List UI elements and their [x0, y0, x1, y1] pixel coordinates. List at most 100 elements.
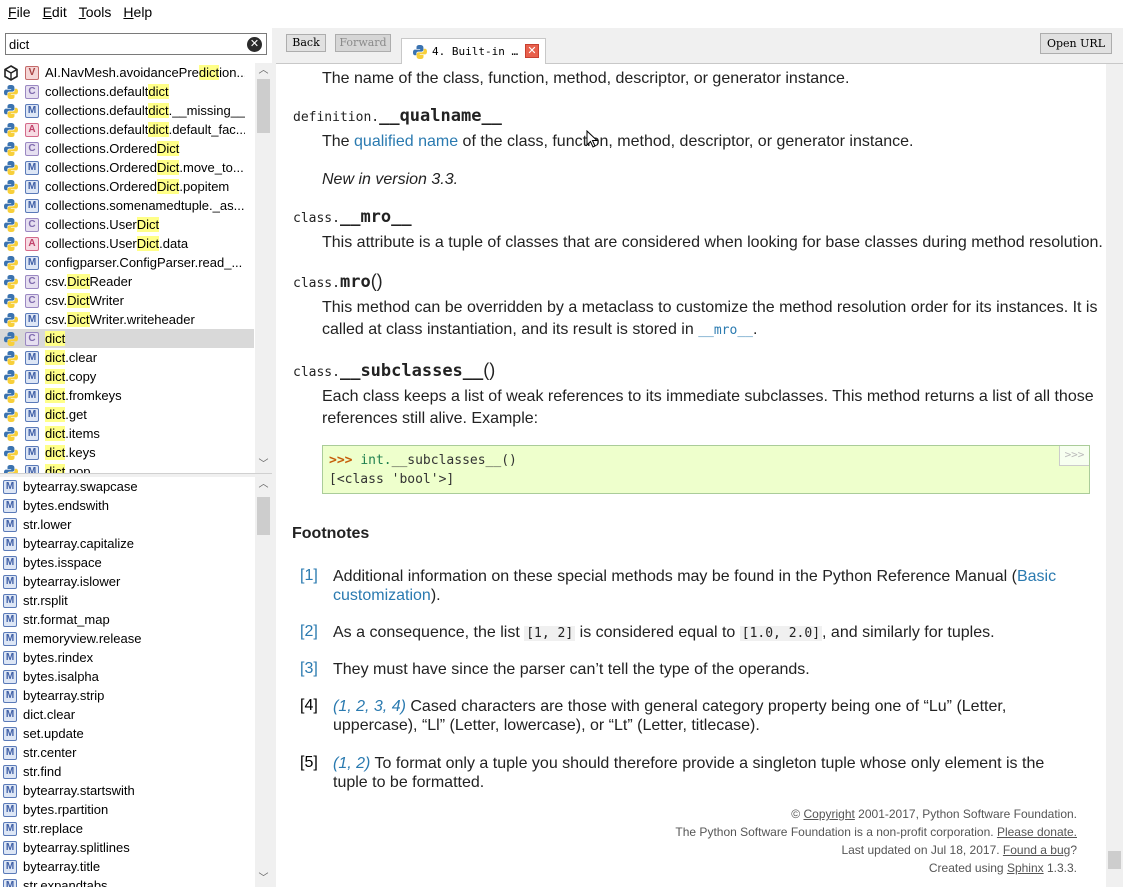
result-row[interactable]: Mconfigparser.ConfigParser.read_... — [0, 253, 254, 272]
result-row[interactable]: Mcollections.OrderedDict.popitem — [0, 177, 254, 196]
footnote-backrefs[interactable]: (1, 2, 3, 4) — [333, 698, 406, 715]
result-row[interactable]: Mdict.copy — [0, 367, 254, 386]
close-tab-icon[interactable]: ✕ — [525, 44, 539, 58]
sig-prefix: definition. — [293, 110, 380, 125]
kind-C-icon: C — [25, 331, 39, 346]
index-label: str.format_map — [23, 612, 110, 627]
donate-link[interactable]: Please donate. — [997, 825, 1077, 839]
result-row[interactable]: Acollections.defaultdict.default_fac... — [0, 120, 254, 139]
copyright-link[interactable]: Copyright — [803, 807, 854, 821]
python-icon — [4, 217, 18, 232]
index-row[interactable]: Mstr.find — [0, 762, 254, 781]
result-row[interactable]: Ccollections.UserDict — [0, 215, 254, 234]
back-button[interactable]: Back — [286, 34, 326, 52]
search-box: ✕ — [5, 33, 267, 55]
method-icon: M — [3, 745, 17, 760]
index-row[interactable]: Mstr.format_map — [0, 610, 254, 629]
result-row[interactable]: Mdict.keys — [0, 443, 254, 462]
index-row[interactable]: Mstr.expandtabs — [0, 876, 254, 887]
menu-help[interactable]: Help — [117, 4, 158, 20]
result-row[interactable]: Acollections.UserDict.data — [0, 234, 254, 253]
paragraph: This attribute is a tuple of classes tha… — [322, 234, 1103, 251]
index-label: bytes.rindex — [23, 650, 94, 665]
toolbar: Back Forward 4. Built-in … ✕ Open URL — [276, 28, 1123, 64]
result-row[interactable]: Mdict.get — [0, 405, 254, 424]
sphinx-link[interactable]: Sphinx — [1007, 861, 1044, 875]
menu-file[interactable]: File — [2, 4, 37, 20]
index-row[interactable]: Mset.update — [0, 724, 254, 743]
index-row[interactable]: Mmemoryview.release — [0, 629, 254, 648]
footnote-3-ref[interactable]: [3] — [300, 660, 318, 678]
result-row[interactable]: Mdict.pop — [0, 462, 254, 473]
found-bug-link[interactable]: Found a bug — [1003, 843, 1070, 857]
index-row[interactable]: Mbytearray.splitlines — [0, 838, 254, 857]
scrollbar-thumb[interactable] — [257, 79, 270, 133]
result-label: AI.NavMesh.avoidancePrediction... — [45, 65, 245, 80]
index-row[interactable]: Mstr.rsplit — [0, 591, 254, 610]
mouse-cursor-icon — [586, 130, 598, 148]
mro-link[interactable]: __mro__ — [698, 323, 753, 338]
result-row[interactable]: Ccollections.defaultdict — [0, 82, 254, 101]
content-scrollbar[interactable] — [1106, 64, 1123, 887]
clear-search-icon[interactable]: ✕ — [247, 37, 262, 52]
scrollbar-thumb[interactable] — [257, 497, 270, 535]
kind-M-icon: M — [25, 179, 39, 194]
results-scrollbar[interactable]: ︿ ﹀ — [255, 63, 272, 473]
result-row[interactable]: Mdict.items — [0, 424, 254, 443]
method-icon: M — [3, 821, 17, 836]
result-row[interactable]: Ccsv.DictReader — [0, 272, 254, 291]
text: of the class, function, method, descript… — [458, 133, 914, 150]
index-row[interactable]: Mbytearray.title — [0, 857, 254, 876]
index-label: str.replace — [23, 821, 83, 836]
forward-button[interactable]: Forward — [335, 34, 391, 52]
index-row[interactable]: Mdict.clear — [0, 705, 254, 724]
footnote-backrefs[interactable]: (1, 2) — [333, 755, 370, 772]
index-row[interactable]: Mbytes.isalpha — [0, 667, 254, 686]
footer-sphinx: Created using Sphinx 1.3.3. — [929, 861, 1077, 875]
scroll-up-icon[interactable]: ︿ — [255, 477, 272, 493]
result-row[interactable]: Mcollections.somenamedtuple._as... — [0, 196, 254, 215]
open-url-button[interactable]: Open URL — [1040, 33, 1112, 54]
footer-updated: Last updated on Jul 18, 2017. Found a bu… — [841, 843, 1077, 857]
result-row[interactable]: Mcsv.DictWriter.writeheader — [0, 310, 254, 329]
footnote-2-ref[interactable]: [2] — [300, 623, 318, 641]
scroll-down-icon[interactable]: ﹀ — [255, 871, 272, 887]
index-row[interactable]: Mbytearray.startswith — [0, 781, 254, 800]
result-row[interactable]: Ccollections.OrderedDict — [0, 139, 254, 158]
index-row[interactable]: Mbytes.rindex — [0, 648, 254, 667]
scroll-up-icon[interactable]: ︿ — [255, 63, 272, 79]
index-row[interactable]: Mstr.lower — [0, 515, 254, 534]
index-row[interactable]: Mbytearray.strip — [0, 686, 254, 705]
footnote-1-ref[interactable]: [1] — [300, 567, 318, 585]
text: called at class instantiation, and its r… — [322, 321, 699, 338]
result-row[interactable]: V AI.NavMesh.avoidancePrediction... — [0, 63, 254, 82]
result-row[interactable]: Ccsv.DictWriter — [0, 291, 254, 310]
scrollbar-thumb[interactable] — [1108, 851, 1121, 869]
index-row[interactable]: Mbytearray.capitalize — [0, 534, 254, 553]
tab-builtin[interactable]: 4. Built-in … ✕ — [401, 38, 546, 64]
result-label: collections.UserDict.data — [45, 236, 189, 251]
menubar: File Edit Tools Help — [0, 0, 1123, 24]
result-row[interactable]: Cdict — [0, 329, 254, 348]
index-row[interactable]: Mbytes.isspace — [0, 553, 254, 572]
result-row[interactable]: Mdict.clear — [0, 348, 254, 367]
toggle-prompt-button[interactable]: >>> — [1059, 446, 1089, 466]
index-row[interactable]: Mbytearray.swapcase — [0, 477, 254, 496]
result-row[interactable]: Mcollections.OrderedDict.move_to... — [0, 158, 254, 177]
index-scrollbar[interactable]: ︿ ﹀ — [255, 477, 272, 887]
index-row[interactable]: Mstr.center — [0, 743, 254, 762]
result-row[interactable]: Mdict.fromkeys — [0, 386, 254, 405]
python-icon — [4, 407, 18, 422]
scroll-down-icon[interactable]: ﹀ — [255, 457, 272, 473]
index-row[interactable]: Mstr.replace — [0, 819, 254, 838]
qualified-name-link[interactable]: qualified name — [354, 133, 458, 150]
python-icon — [4, 255, 18, 270]
menu-tools[interactable]: Tools — [73, 4, 118, 20]
index-row[interactable]: Mbytes.endswith — [0, 496, 254, 515]
result-row[interactable]: Mcollections.defaultdict.__missing__ — [0, 101, 254, 120]
index-row[interactable]: Mbytes.rpartition — [0, 800, 254, 819]
search-input[interactable] — [9, 36, 239, 52]
menu-edit[interactable]: Edit — [37, 4, 73, 20]
index-row[interactable]: Mbytearray.islower — [0, 572, 254, 591]
method-icon: M — [3, 707, 17, 722]
